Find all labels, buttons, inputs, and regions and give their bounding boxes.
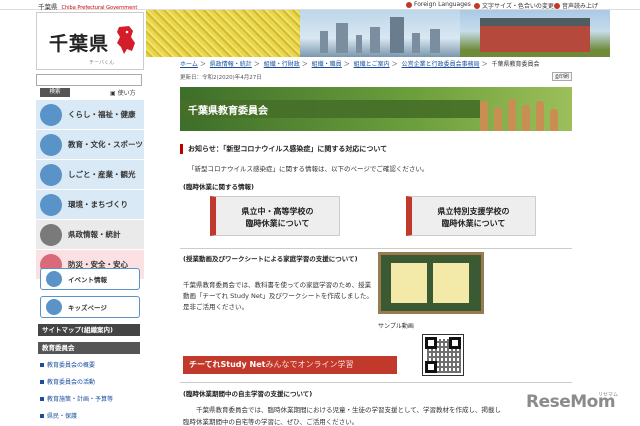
government-label: 千葉県 Chiba Prefectural Government (38, 3, 138, 11)
kids-page-button[interactable]: キッズページ (40, 296, 140, 318)
print-button[interactable]: ⎙印刷 (552, 72, 572, 81)
notice-heading: お知らせ：「新型コロナウイルス感染症」に関する対応について (180, 144, 572, 154)
textsize-icon (474, 2, 480, 9)
chiba-kun-mascot-icon (117, 26, 135, 54)
support-section-heading: (授業動画及びワークシートによる家庭学習の支援について) (183, 255, 358, 263)
sample-video-label: サンプル動画 (378, 323, 414, 330)
high-school-closure-button[interactable]: 県立中・高等学校の 臨時休業について (210, 196, 340, 236)
government-label-en: Chiba Prefectural Government (61, 5, 138, 11)
people-icon (40, 223, 62, 246)
sample-video-thumbnail[interactable] (378, 252, 484, 314)
sidebar-item-environment[interactable]: 環境・まちづくり (36, 190, 144, 220)
breadcrumb-link[interactable]: ホーム (180, 61, 198, 68)
breadcrumb-link[interactable]: 組織・行財政 (264, 61, 300, 68)
sidebar-item-living[interactable]: くらし・福祉・健康 (36, 100, 144, 130)
foreign-languages-link[interactable]: Foreign Languages (406, 1, 471, 8)
banner-building-image (460, 10, 610, 57)
pen-icon (40, 133, 62, 156)
qr-code (422, 334, 464, 376)
sitemap-link[interactable]: サイトマップ(組織案内) (38, 324, 140, 336)
top-bar: 千葉県 Chiba Prefectural Government Foreign … (0, 0, 640, 11)
intro-text: 「新型コロナウイルス感染症」に関する情報は、以下のページでご確認ください。 (188, 165, 429, 173)
sidebar-nav: くらし・福祉・健康 教育・文化・スポーツ しごと・産業・観光 環境・まちづくり … (36, 100, 144, 280)
building-icon (40, 193, 62, 216)
site-logo[interactable]: 千葉県 チーバくん (36, 12, 144, 70)
kids-icon (46, 299, 62, 315)
breadcrumb-link[interactable]: 組織とご案内 (354, 61, 390, 68)
banner-city-image (300, 10, 460, 57)
divider (180, 248, 572, 249)
board-link[interactable]: 教育施策・計画・予算等 (40, 394, 113, 403)
breadcrumb: ホーム＞ 県政情報・統計＞ 組織・行財政＞ 組織・職員＞ 組織とご案内＞ 公営企… (180, 61, 540, 68)
voice-read-link[interactable]: 音声読み上げ (554, 1, 598, 10)
updated-date: 更新日：令和2(2020)年4月27日 (180, 75, 262, 81)
logo-title: 千葉県 (49, 33, 110, 55)
breadcrumb-link[interactable]: 県政情報・統計 (210, 61, 252, 68)
sidebar-item-education[interactable]: 教育・文化・スポーツ (36, 130, 144, 160)
study-net-banner[interactable]: チーてれStudy Netみんなでオンライン学習 (183, 356, 397, 374)
board-section-heading: 教育委員会 (38, 342, 140, 354)
breadcrumb-current: 千葉県教育委員会 (491, 61, 540, 68)
board-link[interactable]: 県民・保護 (40, 411, 77, 420)
house-icon (40, 103, 62, 126)
home-study-heading: (臨時休業期間中の自主学習の支援について) (183, 390, 313, 398)
breadcrumb-link[interactable]: 公営企業と行政委員会事務局 (402, 61, 480, 68)
banner-flowers-image (146, 10, 300, 57)
resemom-watermark-small: リセマム (598, 392, 619, 398)
closure-section-heading: (臨時休業に関する情報) (183, 183, 254, 191)
search-help-link[interactable]: ▣ 使い方 (110, 88, 136, 97)
globe-icon (406, 1, 412, 8)
page-title: 千葉県教育委員会 (188, 106, 268, 117)
speaker-icon (554, 2, 560, 9)
event-icon (46, 271, 62, 287)
briefcase-icon (40, 163, 62, 186)
header-banner (146, 10, 610, 57)
text-size-link[interactable]: 文字サイズ・色合いの変更 (474, 1, 554, 10)
search-button[interactable]: 検索 (40, 88, 70, 97)
board-link[interactable]: 教育委員会の活動 (40, 377, 95, 386)
search-input[interactable] (36, 74, 142, 86)
home-study-text: 千葉県教育委員会では、臨時休業期間における児童・生徒の学習支援として、学習教材を… (196, 406, 501, 414)
breadcrumb-link[interactable]: 組織・職員 (312, 61, 342, 68)
sidebar-item-work[interactable]: しごと・産業・観光 (36, 160, 144, 190)
event-info-button[interactable]: イベント情報 (40, 268, 140, 290)
title-banner: 千葉県教育委員会 (180, 87, 572, 131)
home-study-text: 臨時休業期間中の自宅等の学習に、ぜひ、ご活用ください。 (183, 418, 359, 426)
divider (180, 382, 572, 383)
sidebar-item-prefinfo[interactable]: 県政情報・統計 (36, 220, 144, 250)
special-school-closure-button[interactable]: 県立特別支援学校の 臨時休業について (406, 196, 536, 236)
board-link[interactable]: 教育委員会の概要 (40, 360, 95, 369)
logo-subtitle: チーバくん (89, 60, 114, 66)
support-text: 千葉県教育委員会では、教科書を使っての家庭学習のため、授業動画「チーてれ Stu… (183, 281, 373, 311)
